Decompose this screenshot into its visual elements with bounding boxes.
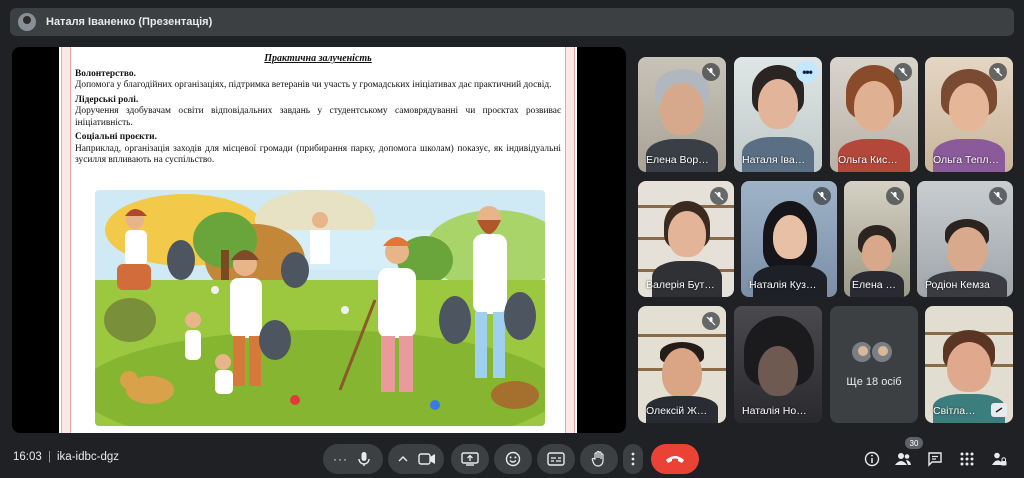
hang-up-icon — [666, 456, 684, 463]
more-participants-avatars — [850, 340, 894, 364]
chat-button[interactable] — [925, 449, 945, 469]
participant-name: Ольга Тепл… — [933, 154, 999, 166]
mic-off-icon — [886, 187, 904, 205]
avatar — [870, 340, 894, 364]
more-options-button[interactable] — [623, 444, 643, 474]
mic-off-icon — [813, 187, 831, 205]
more-participants-label: Ще 18 осіб — [846, 376, 902, 388]
present-screen-icon — [461, 452, 479, 466]
mic-off-icon — [710, 187, 728, 205]
participant-tile[interactable]: Елена Вор… — [638, 57, 726, 172]
slide-heading: Волонтерство. — [75, 68, 136, 79]
raise-hand-button[interactable] — [580, 444, 618, 474]
slide-content: Практична залученість Волонтерство. Допо… — [75, 53, 561, 167]
host-controls-button[interactable] — [989, 449, 1009, 469]
participant-name: Родіон Кемза — [925, 279, 990, 291]
participant-name: Ольга Кис… — [838, 154, 898, 166]
emoji-icon — [505, 451, 521, 467]
participant-tile[interactable]: Наталія Куз… — [741, 181, 837, 297]
participant-tile[interactable]: Ольга Кис… — [830, 57, 918, 172]
more-audio-options-icon[interactable]: ··· — [333, 452, 348, 466]
presentation-stage[interactable]: Практична залученість Волонтерство. Допо… — [12, 47, 626, 433]
participant-tile[interactable]: Світла… — [925, 306, 1013, 423]
participant-name: Наталія Но… — [742, 405, 807, 417]
participant-tile[interactable]: Валерія Бут… — [638, 181, 734, 297]
participant-tile[interactable]: Родіон Кемза — [917, 181, 1013, 297]
presentation-title: Наталя Іваненко (Презентація) — [46, 16, 213, 28]
info-icon — [864, 451, 880, 467]
leave-call-button[interactable] — [651, 444, 699, 474]
park-cleanup-illustration — [95, 190, 545, 426]
more-vert-icon — [631, 452, 635, 466]
bottom-toolbar: 16:03 | ika-idbc-dgz ··· — [0, 440, 1024, 478]
slide-heading: Соціальні проєкти. — [75, 132, 157, 142]
captions-icon — [547, 452, 565, 466]
people-icon — [895, 453, 911, 465]
slide-text: Допомога у благодійних організаціях, під… — [75, 80, 552, 90]
hand-icon — [591, 450, 604, 467]
meeting-code: ika-idbc-dgz — [57, 451, 119, 463]
mic-group: ··· — [323, 444, 383, 474]
chevron-up-icon[interactable] — [398, 455, 408, 463]
meeting-info-button[interactable] — [862, 449, 882, 469]
chat-icon — [928, 452, 942, 467]
people-button[interactable] — [893, 449, 913, 469]
presentation-header: Наталя Іваненко (Презентація) — [10, 8, 1014, 36]
participant-tile[interactable]: Елена … — [844, 181, 910, 297]
participant-name: Елена Вор… — [646, 154, 709, 166]
mic-off-icon — [702, 63, 720, 81]
participant-tile[interactable]: Наталія Но… — [734, 306, 822, 423]
camera-icon[interactable] — [418, 453, 436, 465]
present-screen-button[interactable] — [451, 444, 489, 474]
slide-title: Практична залученість — [264, 53, 372, 64]
pin-icon[interactable] — [991, 403, 1007, 417]
slide-border-left — [61, 47, 71, 433]
slide-border-right — [565, 47, 575, 433]
more-participants-tile[interactable]: Ще 18 осіб — [830, 306, 918, 423]
mic-off-icon — [989, 187, 1007, 205]
separator: | — [48, 451, 51, 463]
slide-text: Доручення здобувачам освіти відповідальн… — [75, 106, 561, 128]
participant-name: Світла… — [933, 405, 976, 417]
more-options-icon[interactable]: ••• — [796, 61, 818, 83]
captions-button[interactable] — [537, 444, 575, 474]
participant-name: Олексій Ж… — [646, 405, 708, 417]
reactions-button[interactable] — [494, 444, 532, 474]
participant-name: Елена … — [852, 279, 897, 291]
slide-text: Наприклад, організація заходів для місце… — [75, 143, 561, 166]
meet-window: Наталя Іваненко (Презентація) Практична … — [0, 0, 1024, 478]
camera-group — [388, 444, 444, 474]
mic-off-icon — [894, 63, 912, 81]
mic-off-icon — [702, 312, 720, 330]
microphone-icon[interactable] — [357, 451, 371, 467]
clock: 16:03 — [13, 451, 42, 463]
participant-tile[interactable]: Олексій Ж… — [638, 306, 726, 423]
apps-grid-icon — [960, 452, 974, 466]
mic-off-icon — [989, 63, 1007, 81]
participant-tile[interactable]: Ольга Тепл… — [925, 57, 1013, 172]
lock-person-icon — [992, 452, 1007, 466]
activities-button[interactable] — [957, 449, 977, 469]
participant-name: Наталія Куз… — [749, 279, 817, 291]
presenter-avatar — [18, 13, 36, 31]
slide-heading: Лідерські ролі. — [75, 94, 139, 105]
participant-name: Валерія Бут… — [646, 279, 715, 291]
people-count-badge: 30 — [905, 437, 923, 449]
participant-name: Наталя Іва… — [742, 154, 806, 166]
participant-tile[interactable]: ••• Наталя Іва… — [734, 57, 822, 172]
slide: Практична залученість Волонтерство. Допо… — [59, 47, 577, 433]
